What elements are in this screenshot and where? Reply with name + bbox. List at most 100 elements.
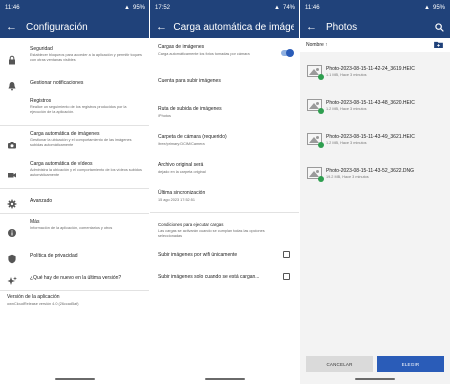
settings-item[interactable]: Seguridad Establecer bloqueos para accede…: [0, 44, 150, 72]
setting-title: Carpeta de cámara (requerido): [158, 134, 227, 140]
settings-item-subtitle: Administra la ubicación y el comportamie…: [30, 168, 142, 177]
synced-check-icon: [318, 108, 324, 114]
back-arrow-icon[interactable]: ←: [6, 21, 26, 33]
file-meta: 1.1 MB, Hace 3 minutos: [326, 73, 367, 77]
synced-check-icon: [318, 74, 324, 80]
setting-value: dejado en la carpeta original: [158, 170, 206, 174]
settings-item-title: ¿Qué hay de nuevo en la última versión?: [30, 275, 122, 281]
section-title: Condiciones para ejecutar cargas: [158, 222, 224, 227]
charging-only-row[interactable]: Subir imágenes solo cuando se está carga…: [150, 272, 300, 284]
page-title: Configuración: [26, 21, 88, 33]
signal-icon: ▲: [424, 5, 430, 11]
settings-item-title: Más: [30, 219, 40, 225]
settings-item-subtitle: Información de la aplicación, comentario…: [30, 226, 113, 230]
image-upload-toggle-row[interactable]: Cargas de imágenes Carga automáticamente…: [150, 42, 300, 64]
version-value: ownCloudRelease versión 4.0 (26ccad5af): [7, 302, 79, 306]
cancel-button[interactable]: CANCELAR: [306, 356, 373, 372]
battery-level: 95%: [132, 5, 145, 11]
setting-value: /Photos: [158, 114, 171, 118]
gesture-bar[interactable]: [55, 378, 95, 380]
page-title: Photos: [326, 21, 358, 33]
settings-item[interactable]: Carga automática de vídeos Administra la …: [0, 159, 150, 187]
synced-check-icon: [318, 176, 324, 182]
status-bar: 11:46 ▲ 95%: [0, 0, 150, 16]
app-bar: ← Carga automática de imágenes: [150, 16, 300, 38]
settings-item-title: Carga automática de imágenes: [30, 131, 100, 137]
signal-icon: ▲: [124, 5, 130, 11]
setting-title: Ruta de subida de imágenes: [158, 106, 222, 112]
wifi-only-checkbox[interactable]: [283, 251, 290, 258]
setting-title: Última sincronización: [158, 190, 206, 196]
file-meta: 1.2 MB, Hace 3 minutos: [326, 141, 367, 145]
settings-item[interactable]: Carga automática de imágenes Gestionar la…: [0, 129, 150, 157]
new-folder-icon[interactable]: [434, 41, 443, 48]
status-time: 11:46: [305, 5, 320, 11]
gear-icon: [7, 196, 17, 209]
battery-level: 95%: [432, 5, 445, 11]
status-bar: 11:46 ▲ 95%: [300, 0, 450, 16]
setting-subtitle: Carga automáticamente los fotos tomadas …: [158, 52, 250, 56]
battery-level: 74%: [282, 5, 295, 11]
photos-picker-screen: 11:46 ▲ 95% ← Photos Nombre ↑ Photo-2023-…: [300, 0, 450, 384]
settings-item[interactable]: Política de privacidad: [0, 247, 150, 267]
settings-item-title: Carga automática de vídeos: [30, 161, 93, 167]
status-bar: 17:52 ▲ 74%: [150, 0, 300, 16]
file-meta: 19.2 MB, Hace 3 minutos: [326, 175, 369, 179]
setting-title: Cuenta para subir imágenes: [158, 78, 221, 84]
divider: [0, 125, 150, 126]
settings-item-title: Registros: [30, 98, 52, 104]
sort-by-name-button[interactable]: Nombre ↑: [306, 42, 328, 48]
divider: [0, 290, 150, 291]
file-meta: 1.2 MB, Hace 3 minutos: [326, 107, 367, 111]
settings-item-subtitle: Establecer bloqueos para acceder a la ap…: [30, 53, 142, 62]
file-name: Photo-2023-08-15-11-43-52_3622.DNG: [326, 168, 415, 174]
settings-item-subtitle: Gestionar la ubicación y el comportamien…: [30, 138, 132, 147]
settings-item[interactable]: ¿Qué hay de nuevo en la última versión?: [0, 269, 150, 289]
status-time: 11:46: [5, 5, 20, 11]
version-title: Versión de la aplicación: [7, 294, 60, 300]
wifi-only-row[interactable]: Subir imágenes por wifi únicamente: [150, 250, 300, 262]
settings-item-title: Avanzado: [30, 198, 53, 204]
file-list-item[interactable]: Photo-2023-08-15-11-43-52_3622.DNG 19.2 M…: [300, 162, 450, 192]
setting-value: /tree/primary:DCIM/Camera: [158, 142, 205, 146]
synced-check-icon: [318, 142, 324, 148]
settings-item-title: Gestionar notificaciones: [30, 80, 84, 86]
gesture-bar[interactable]: [205, 378, 245, 380]
sort-bar: Nombre ↑: [300, 38, 450, 52]
back-arrow-icon[interactable]: ←: [156, 21, 173, 33]
setting-value: 15 ago 2023 17:52:51: [158, 198, 195, 202]
signal-icon: ▲: [274, 5, 280, 11]
file-name: Photo-2023-08-15-11-43-49_3621.HEIC: [326, 134, 415, 140]
settings-screen: 11:46 ▲ 95% ← Configuración Seguridad Esta…: [0, 0, 150, 384]
setting-title: Subir imágenes solo cuando se está carga…: [158, 274, 260, 280]
section-subtitle: Las cargas se activarán cuando se cumpla…: [158, 229, 265, 238]
file-list-item[interactable]: Photo-2023-08-15-11-43-48_3620.HEIC 1.2 M…: [300, 94, 450, 124]
app-bar: ← Configuración: [0, 16, 150, 38]
video-icon: [7, 167, 17, 178]
gesture-bar[interactable]: [355, 378, 395, 380]
status-time: 17:52: [155, 5, 171, 11]
file-name: Photo-2023-08-15-11-42-24_3619.HEIC: [326, 66, 415, 72]
settings-item[interactable]: Registros Realice un seguimiento de los r…: [0, 96, 150, 124]
file-list-item[interactable]: Photo-2023-08-15-11-43-49_3621.HEIC 1.2 M…: [300, 128, 450, 158]
camera-icon: [7, 137, 17, 149]
back-arrow-icon[interactable]: ←: [306, 21, 326, 33]
setting-title: Subir imágenes por wifi únicamente: [158, 252, 238, 258]
settings-item[interactable]: Más Información de la aplicación, comenta…: [0, 217, 150, 245]
sparkle-icon: [7, 273, 17, 285]
settings-item[interactable]: Gestionar notificaciones: [0, 74, 150, 94]
charging-only-checkbox[interactable]: [283, 273, 290, 280]
divider: [0, 213, 150, 214]
settings-item[interactable]: Avanzado: [0, 192, 150, 212]
choose-button[interactable]: ELEGIR: [377, 356, 444, 372]
page-title: Carga automática de imágenes: [173, 21, 294, 33]
lock-icon: [7, 52, 17, 65]
file-list-item[interactable]: Photo-2023-08-15-11-42-24_3619.HEIC 1.1 M…: [300, 60, 450, 90]
shield-icon: [7, 251, 17, 264]
image-upload-toggle[interactable]: [281, 49, 294, 57]
settings-item-title: Política de privacidad: [30, 253, 78, 259]
setting-title: Cargas de imágenes: [158, 44, 205, 50]
search-icon[interactable]: [435, 22, 444, 32]
auto-upload-screen: 17:52 ▲74% ← Carga automática de imágene…: [150, 0, 300, 384]
info-icon: [7, 225, 17, 237]
